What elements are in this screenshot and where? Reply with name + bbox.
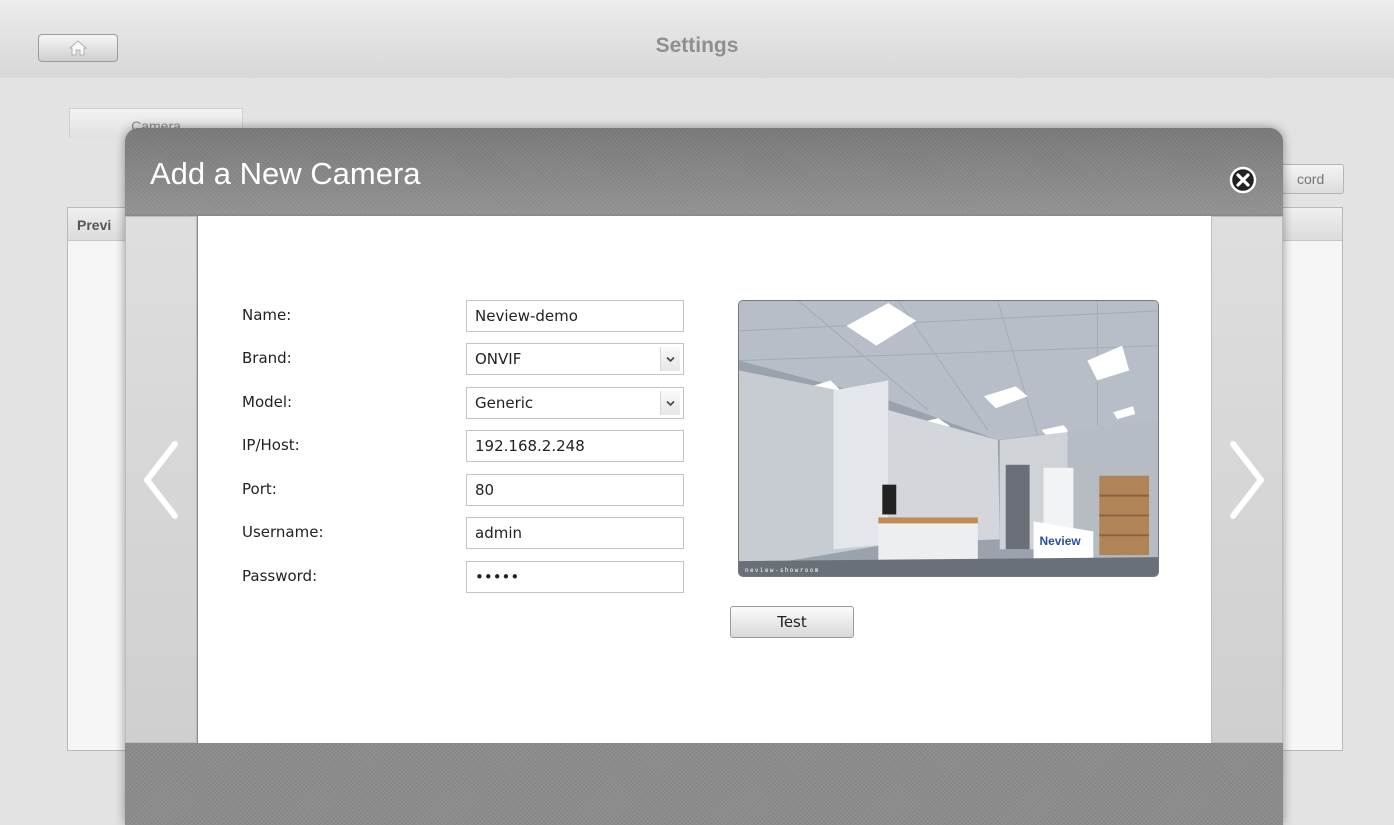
password-label: Password: — [242, 567, 318, 585]
brand-select[interactable]: ONVIF — [466, 343, 684, 375]
username-label: Username: — [242, 523, 324, 541]
dialog-footer — [125, 743, 1283, 825]
port-input[interactable] — [466, 474, 684, 506]
chevron-down-icon — [666, 356, 675, 362]
chevron-down-icon — [666, 400, 675, 406]
model-label: Model: — [242, 393, 293, 411]
brand-selected-value: ONVIF — [475, 350, 522, 368]
brand-dropdown-arrow[interactable] — [660, 347, 680, 371]
preview-brand-sign: Neview — [1040, 534, 1082, 548]
host-input[interactable] — [466, 430, 684, 462]
add-camera-dialog: Add a New Camera Name: Brand: Model: IP/… — [125, 128, 1283, 825]
model-dropdown-arrow[interactable] — [660, 391, 680, 415]
name-label: Name: — [242, 306, 292, 324]
next-button[interactable] — [1211, 216, 1283, 743]
brand-label: Brand: — [242, 349, 292, 367]
dialog-content: Name: Brand: Model: IP/Host: Port: Usern… — [198, 216, 1211, 743]
model-selected-value: Generic — [475, 394, 534, 412]
app-header: Settings — [0, 0, 1394, 78]
close-circle-icon — [1229, 166, 1257, 194]
port-label: Port: — [242, 480, 277, 498]
password-input[interactable] — [466, 561, 684, 593]
dialog-title: Add a New Camera — [150, 156, 421, 191]
dialog-header: Add a New Camera — [125, 128, 1283, 214]
chevron-right-icon — [1230, 440, 1264, 519]
page-title: Settings — [655, 34, 739, 57]
camera-preview-image: Neview neview-showroom — [738, 300, 1159, 577]
record-button[interactable]: cord — [1276, 164, 1344, 194]
close-button[interactable] — [1229, 166, 1257, 194]
host-label: IP/Host: — [242, 436, 300, 454]
name-input[interactable] — [466, 300, 684, 332]
test-button[interactable]: Test — [730, 606, 854, 638]
preview-watermark: neview-showroom — [745, 567, 820, 574]
previous-button[interactable] — [125, 216, 197, 743]
chevron-left-icon — [144, 440, 178, 519]
username-input[interactable] — [466, 517, 684, 549]
model-select[interactable]: Generic — [466, 387, 684, 419]
